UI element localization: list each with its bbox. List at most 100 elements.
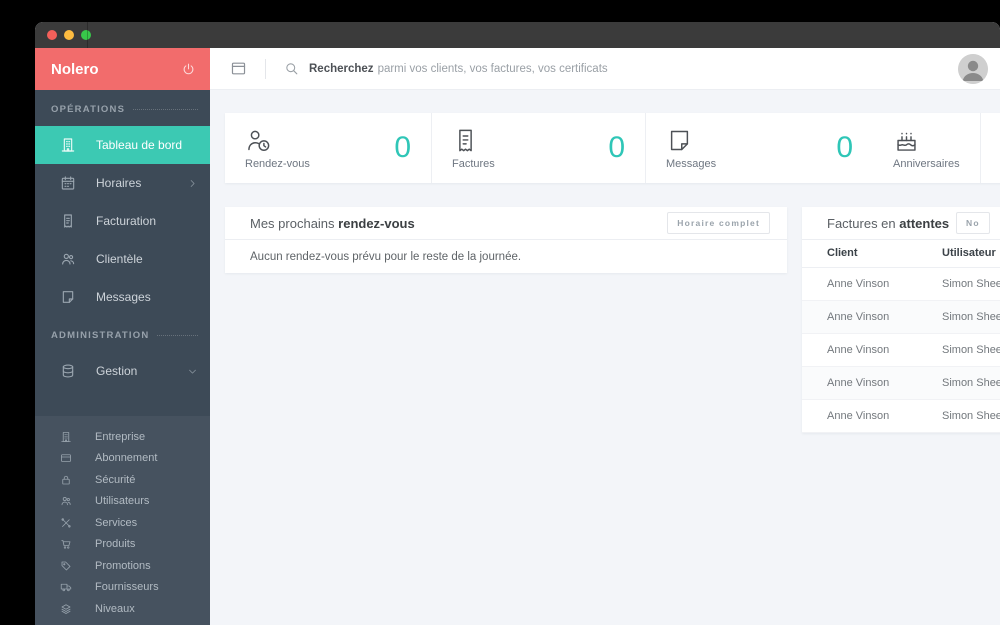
sidebar-toggle-icon[interactable] [230, 60, 247, 77]
submenu-item[interactable]: Commandes [35, 620, 210, 625]
stat-card[interactable]: Rendez-vous 0 [225, 113, 432, 183]
sidebar-item[interactable]: Facturation [35, 202, 210, 240]
main-area: Recherchez parmi vos clients, vos factur… [210, 48, 1000, 625]
search-placeholder-bold: Recherchez [309, 62, 374, 75]
sidebar-item-icon [60, 363, 76, 379]
stat-icon [245, 127, 272, 154]
sidebar: Nolero OPÉRATIONS Tableau de bord Horair… [35, 48, 210, 625]
submenu-item-label: Promotions [95, 559, 151, 572]
sidebar-item-icon [60, 289, 76, 305]
stat-label: Anniversaires [893, 157, 960, 170]
submenu-item-label: Entreprise [95, 430, 146, 443]
submenu-item-label: Produits [95, 538, 136, 551]
chevron-icon [187, 140, 198, 151]
nav-operations: Tableau de bord Horaires Facturation Cli… [35, 126, 210, 316]
app-window: Nolero OPÉRATIONS Tableau de bord Horair… [35, 22, 1000, 625]
chevron-icon [187, 254, 198, 265]
invoices-panel-title: Factures en attentes [827, 215, 950, 231]
stat-icon [666, 127, 693, 154]
sidebar-item-label: Gestion [96, 364, 138, 378]
stat-label: Messages [666, 157, 717, 170]
section-label-operations: OPÉRATIONS [35, 92, 210, 126]
stat-label: Rendez-vous [245, 157, 310, 170]
sidebar-item[interactable]: Horaires [35, 164, 210, 202]
submenu-item-label: Sécurité [95, 473, 136, 486]
invoice-row[interactable]: Anne Vinson Simon Sheehy [802, 366, 1000, 400]
invoices-table: Client Utilisateur Anne Vinson Simon She… [802, 240, 1000, 433]
submenu-item-icon [60, 452, 72, 464]
user-avatar[interactable] [958, 53, 988, 84]
stat-card[interactable]: Messages 0 [646, 113, 873, 183]
close-window-button[interactable] [47, 30, 57, 40]
sidebar-item-label: Messages [96, 290, 151, 304]
submenu-item[interactable]: Entreprise [35, 426, 210, 448]
stat-value: 0 [836, 131, 853, 164]
sidebar-item-label: Facturation [96, 214, 157, 228]
sidebar-item[interactable]: Clientèle [35, 240, 210, 278]
appointments-panel-title: Mes prochains rendez-vous [250, 215, 415, 231]
new-invoice-button[interactable]: No [956, 212, 990, 234]
stat-label: Factures [452, 157, 495, 170]
sidebar-item-icon [60, 213, 76, 229]
invoice-row[interactable]: Anne Vinson Simon Sheehy [802, 399, 1000, 433]
power-icon[interactable] [181, 62, 196, 77]
stat-card[interactable]: Anniversaires [873, 113, 981, 183]
section-label-administration: ADMINISTRATION [35, 318, 210, 352]
submenu-item[interactable]: Abonnement [35, 448, 210, 470]
invoice-row[interactable]: Anne Vinson Simon Sheehy [802, 267, 1000, 301]
submenu-item[interactable]: Niveaux [35, 598, 210, 620]
submenu-item-icon [60, 517, 72, 529]
submenu-item[interactable]: Promotions [35, 555, 210, 577]
sidebar-item[interactable]: Gestion [35, 352, 210, 390]
sidebar-item[interactable]: Messages [35, 278, 210, 316]
sidebar-item-label: Tableau de bord [96, 138, 183, 152]
submenu-item[interactable]: Sécurité [35, 469, 210, 491]
panels-row: Mes prochains rendez-vous Horaire comple… [225, 207, 1000, 433]
invoice-user: Simon Sheehy [942, 267, 1000, 301]
nav-administration: Gestion [35, 352, 210, 390]
top-header: Recherchez parmi vos clients, vos factur… [210, 48, 1000, 90]
sidebar-item-icon [60, 175, 76, 191]
invoice-client: Anne Vinson [802, 300, 942, 334]
invoice-user: Simon Sheehy [942, 366, 1000, 400]
invoice-client: Anne Vinson [802, 267, 942, 301]
minimize-window-button[interactable] [64, 30, 74, 40]
search-input[interactable]: Recherchez parmi vos clients, vos factur… [284, 61, 958, 76]
dashboard-content: Rendez-vous 0 Factures 0 Messages 0 Anni… [210, 90, 1000, 625]
submenu-item[interactable]: Utilisateurs [35, 491, 210, 513]
sidebar-item[interactable]: Tableau de bord [35, 126, 210, 164]
chevron-icon [187, 366, 198, 377]
invoice-user: Simon Sheehy [942, 300, 1000, 334]
invoice-row[interactable]: Anne Vinson Simon Sheehy [802, 300, 1000, 334]
invoice-client: Anne Vinson [802, 399, 942, 433]
submenu-item-icon [60, 538, 72, 550]
column-header-user: Utilisateur [942, 240, 1000, 268]
submenu-item-icon [60, 581, 72, 593]
stat-value: 0 [394, 131, 411, 164]
brand-name: Nolero [51, 60, 99, 78]
invoice-user: Simon Sheehy [942, 399, 1000, 433]
sidebar-item-icon [60, 137, 76, 153]
submenu-item[interactable]: Produits [35, 534, 210, 556]
gestion-submenu: Entreprise Abonnement Sécurité Utilisate… [35, 416, 210, 625]
submenu-item-label: Utilisateurs [95, 495, 150, 508]
sidebar-item-label: Horaires [96, 176, 142, 190]
appointments-panel: Mes prochains rendez-vous Horaire comple… [225, 207, 787, 273]
submenu-item-icon [60, 495, 72, 507]
stat-icon [893, 127, 920, 154]
full-schedule-button[interactable]: Horaire complet [667, 212, 770, 234]
invoice-row[interactable]: Anne Vinson Simon Sheehy [802, 333, 1000, 367]
stats-band: Rendez-vous 0 Factures 0 Messages 0 Anni… [225, 113, 1000, 183]
chevron-icon [187, 216, 198, 227]
submenu-item[interactable]: Fournisseurs [35, 577, 210, 599]
zoom-window-button[interactable] [81, 30, 91, 40]
submenu-item-label: Abonnement [95, 452, 158, 465]
submenu-item-label: Fournisseurs [95, 581, 159, 594]
stat-card[interactable]: Factures 0 [432, 113, 646, 183]
column-header-client: Client [802, 240, 942, 268]
submenu-item[interactable]: Services [35, 512, 210, 534]
header-divider [265, 58, 266, 79]
appointments-panel-header: Mes prochains rendez-vous Horaire comple… [225, 207, 787, 240]
invoice-user: Simon Sheehy [942, 333, 1000, 367]
submenu-item-icon [60, 474, 72, 486]
